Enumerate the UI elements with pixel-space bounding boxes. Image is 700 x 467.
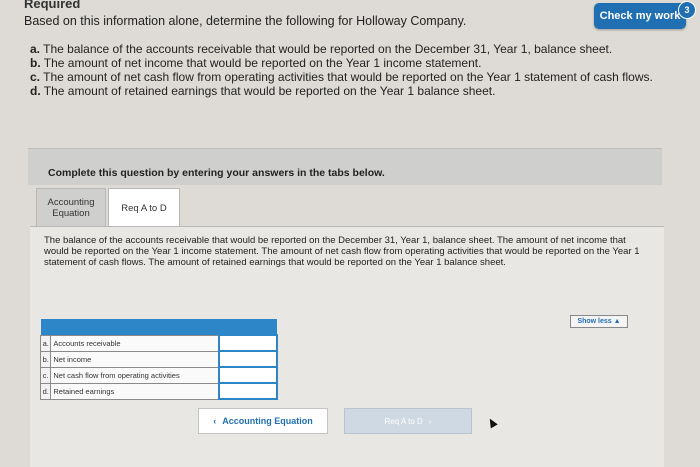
question-item-d: d. The amount of retained earnings that … [30, 84, 496, 98]
check-my-work-button[interactable]: Check my work [594, 3, 686, 29]
row-letter: a. [39, 334, 52, 352]
answer-table-header [40, 319, 277, 335]
attempts-badge: 3 [678, 1, 696, 19]
table-row: c. Net cash flow from operating activiti… [39, 366, 279, 384]
accounts-receivable-input[interactable] [219, 336, 276, 349]
show-less-button[interactable]: Show less ▲ [570, 315, 628, 328]
next-tab-label: Req A to D [384, 416, 423, 426]
answer-cell[interactable] [217, 366, 279, 384]
row-label: Net income [50, 350, 220, 368]
answer-cell[interactable] [217, 382, 279, 400]
question-item-c: c. The amount of net cash flow from oper… [30, 70, 653, 84]
chevron-left-icon: ‹ [213, 416, 217, 426]
row-label: Retained earnings [50, 382, 220, 400]
row-letter: b. [39, 350, 52, 368]
answer-cell[interactable] [217, 334, 279, 352]
prev-tab-button[interactable]: ‹ Accounting Equation [198, 408, 328, 434]
panel-description: The balance of the accounts receivable t… [44, 235, 640, 268]
answer-table: a. Accounts receivable b. Net income c. … [39, 319, 279, 400]
net-income-input[interactable] [219, 352, 276, 365]
net-cash-flow-input[interactable] [219, 368, 276, 381]
table-row: a. Accounts receivable [39, 334, 279, 352]
row-letter: d. [39, 382, 52, 400]
next-tab-button[interactable]: Req A to D › [344, 408, 472, 434]
instructions-box: Complete this question by entering your … [28, 148, 662, 185]
question-item-a: a. The balance of the accounts receivabl… [30, 42, 613, 56]
section-heading: Required [24, 0, 81, 11]
tab-req-a-to-d[interactable]: Req A to D [108, 188, 180, 228]
question-items: a. The balance of the accounts receivabl… [30, 42, 680, 98]
row-label: Accounts receivable [50, 334, 220, 352]
table-row: d. Retained earnings [39, 382, 279, 400]
row-letter: c. [39, 366, 52, 384]
question-intro: Based on this information alone, determi… [24, 14, 467, 28]
table-row: b. Net income [39, 350, 279, 368]
row-label: Net cash flow from operating activities [50, 366, 220, 384]
answer-cell[interactable] [217, 350, 279, 368]
instructions-text: Complete this question by entering your … [48, 167, 385, 179]
retained-earnings-input[interactable] [219, 384, 276, 397]
tab-accounting-equation[interactable]: Accounting Equation [36, 188, 106, 228]
question-item-b: b. The amount of net income that would b… [30, 56, 482, 70]
prev-tab-label: Accounting Equation [222, 416, 313, 426]
chevron-right-icon: › [428, 416, 432, 426]
